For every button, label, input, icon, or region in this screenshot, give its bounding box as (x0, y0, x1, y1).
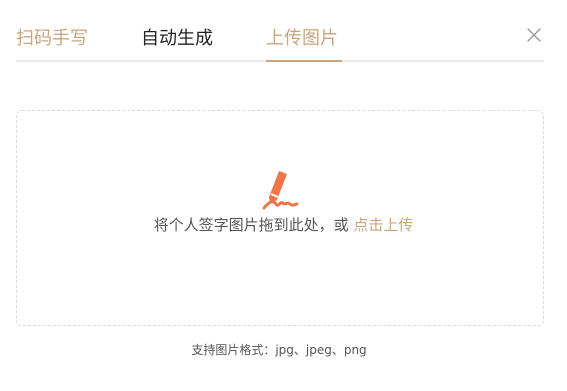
tab-auto-generate[interactable]: 自动生成 (141, 27, 213, 51)
upload-hint-text: 将个人签字图片拖到此处，或 (153, 216, 349, 234)
signature-pen-icon (259, 167, 301, 211)
active-tab-indicator (266, 60, 342, 62)
tab-upload-image[interactable]: 上传图片 (266, 27, 338, 51)
click-upload-link[interactable]: 点击上传 (353, 216, 413, 234)
close-icon[interactable] (527, 27, 541, 42)
supported-formats-note: 支持图片格式：jpg、jpeg、png (191, 343, 367, 357)
tab-bar: 扫码手写 自动生成 上传图片 (16, 20, 544, 62)
upload-hint: 将个人签字图片拖到此处，或 点击上传 (0, 215, 567, 235)
tab-scan-handwrite[interactable]: 扫码手写 (16, 27, 88, 51)
